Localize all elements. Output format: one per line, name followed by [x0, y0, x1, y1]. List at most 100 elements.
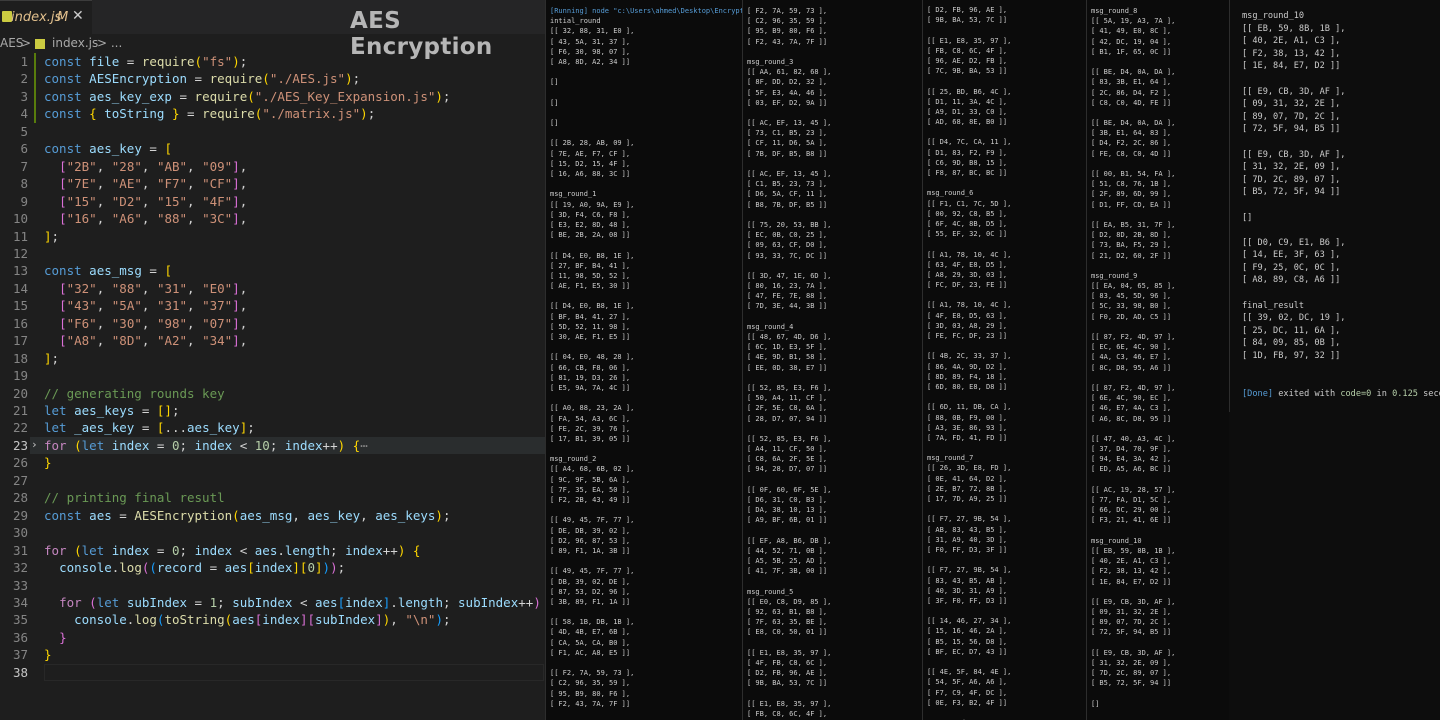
code-line[interactable]: // generating rounds key: [44, 385, 225, 402]
output-line: [[ 49, 45, 7F, 77 ],: [550, 516, 635, 525]
output-line: [ BE, 2B, 2A, 08 ]]: [550, 231, 631, 240]
output-line: [ 7E, AE, F7, CF ],: [550, 149, 631, 158]
code-line[interactable]: const file = require("fs");: [44, 53, 247, 70]
output-line: [ 7C, 9B, BA, 53 ]]: [927, 67, 1008, 76]
code-line[interactable]: for (let index = 0; index < 10; index++)…: [44, 437, 368, 454]
output-line: [ F2, 43, 7A, 7F ]]: [550, 699, 631, 708]
run-status-text2: in: [1371, 388, 1393, 399]
close-icon[interactable]: ✕: [72, 8, 84, 24]
code-line[interactable]: for (let index = 0; index < aes.length; …: [44, 542, 420, 559]
code-line[interactable]: const aes_key_exp = require("./AES_Key_E…: [44, 88, 450, 105]
output-line: [ 2E, B7, 72, 8B ],: [927, 484, 1008, 493]
output-line: [ 84, 09, 85, 0B ],: [1242, 338, 1341, 349]
code-line[interactable]: console.log((record = aes[index][0]));: [44, 559, 345, 576]
code-editor[interactable]: index.js M ✕ AES Encryption AES > index.…: [0, 0, 545, 720]
output-line: [[ 58, 1B, DB, 1B ],: [550, 618, 635, 627]
line-number: 16: [12, 315, 28, 331]
terminal-output-column: msg_round_8 [[ 5A, 19, A3, 7A ],[ 41, 49,…: [1086, 0, 1229, 720]
code-line[interactable]: ["16", "A6", "88", "3C"],: [44, 210, 247, 227]
code-line[interactable]: ["7E", "AE", "F7", "CF"],: [44, 175, 247, 192]
output-line: [ F3, 21, 41, 6E ]]: [1091, 516, 1172, 525]
output-line: [ 47, FE, 7E, 88 ],: [747, 292, 828, 301]
code-line[interactable]: const AESEncryption = require("./AES.js"…: [44, 70, 360, 87]
output-line: [ 72, 5F, 94, B5 ]]: [1242, 124, 1341, 135]
code-line[interactable]: ["15", "D2", "15", "4F"],: [44, 193, 247, 210]
code-line[interactable]: }: [44, 629, 67, 646]
output-line: [ F2, 38, 13, 42 ],: [1242, 48, 1341, 59]
code-line[interactable]: ];: [44, 228, 59, 245]
line-number: 19: [12, 368, 28, 384]
output-line: [ 96, AE, D2, FB ],: [927, 56, 1008, 65]
line-number: 3: [20, 88, 28, 104]
output-line: [ E5, 9A, 7A, 4C ]]: [550, 383, 631, 392]
line-number: 11: [12, 228, 28, 244]
column-divider: [742, 0, 743, 720]
fold-chevron-icon[interactable]: ›: [31, 438, 38, 451]
terminal-output-column: [ F2, 7A, 59, 73 ],[ C2, 96, 35, 59 ],[ …: [742, 0, 922, 720]
output-line: [ 6C, 1D, E3, 5F ],: [747, 343, 828, 352]
code-line[interactable]: let aes_keys = [];: [44, 402, 180, 419]
output-line: [[ A4, 68, 6B, 02 ],: [550, 465, 635, 474]
output-line: [ EE, 0D, 38, E7 ]]: [747, 363, 828, 372]
output-line: [ 73, BA, F5, 29 ],: [1091, 241, 1172, 250]
output-line: [ 83, 43, B5, AB ],: [927, 576, 1008, 585]
output-line: [[ 25, BD, B6, 4C ],: [927, 87, 1012, 96]
breadcrumb-folder[interactable]: AES: [0, 36, 23, 50]
output-line: []: [550, 98, 559, 107]
code-line[interactable]: console.log(toString(aes[index][subIndex…: [44, 611, 450, 628]
code-line[interactable]: ["32", "88", "31", "E0"],: [44, 280, 247, 297]
output-line: [ 5C, 33, 98, B0 ],: [1091, 302, 1172, 311]
code-line[interactable]: ["A8", "8D", "A2", "34"],: [44, 332, 247, 349]
code-line[interactable]: let _aes_key = [...aes_key];: [44, 419, 255, 436]
code-line[interactable]: ["43", "5A", "31", "37"],: [44, 297, 247, 314]
output-line: [ B5, 72, 5F, 94 ]]: [1242, 187, 1341, 198]
code-line[interactable]: const aes = AESEncryption(aes_msg, aes_k…: [44, 507, 450, 524]
code-line[interactable]: ];: [44, 350, 59, 367]
run-status-text1: exited with: [1273, 388, 1341, 399]
code-line[interactable]: ["2B", "28", "AB", "09"],: [44, 158, 247, 175]
output-line: [ 7D, 3E, 44, 3B ]]: [747, 302, 828, 311]
output-line: [ 03, EF, D2, 9A ]]: [747, 98, 828, 107]
code-line[interactable]: }: [44, 454, 52, 471]
output-line: [ F7, C9, 4F, DC ],: [927, 688, 1008, 697]
tab-index-js[interactable]: index.js M ✕: [0, 0, 92, 34]
output-line: [ 7A, FD, 41, FD ]]: [927, 433, 1008, 442]
output-line: [ 7D, 2C, 89, 07 ],: [1242, 174, 1341, 185]
code-line[interactable]: // printing final resutl: [44, 489, 225, 506]
output-line: [ 17, B1, 39, 05 ]]: [550, 434, 631, 443]
output-line: msg_round_3: [747, 57, 794, 66]
code-line[interactable]: const { toString } = require("./matrix.j…: [44, 105, 375, 122]
output-line: [ 0E, 41, 64, D2 ],: [927, 474, 1008, 483]
breadcrumb: AES > index.js > ...: [0, 34, 545, 54]
output-line: [ 31, 32, 2E, 09 ],: [1242, 162, 1341, 173]
code-line[interactable]: const aes_key = [: [44, 140, 172, 157]
output-line: [ 40, 2E, A1, C3 ],: [1091, 557, 1172, 566]
output-line: [ DB, 39, 02, DE ],: [550, 577, 631, 586]
code-line[interactable]: const aes_msg = [: [44, 262, 172, 279]
output-line: [ AB, 83, 43, B5 ],: [927, 525, 1008, 534]
breadcrumb-file[interactable]: index.js: [52, 36, 98, 50]
output-line: [ C8, C0, 4D, FE ]]: [1091, 98, 1172, 107]
output-line: [ 1E, 84, E7, D2 ]]: [1091, 577, 1172, 586]
code-line[interactable]: ["F6", "30", "98", "07"],: [44, 315, 247, 332]
code-line[interactable]: for (let subIndex = 1; subIndex < aes[in…: [44, 594, 545, 611]
breadcrumb-symbols[interactable]: > ...: [97, 36, 122, 50]
output-line: [ 87, 53, D2, 96 ],: [550, 587, 631, 596]
code-line[interactable]: }: [44, 646, 52, 663]
line-number: 30: [12, 525, 28, 541]
output-line: [[ 2B, 28, AB, 09 ],: [550, 139, 635, 148]
